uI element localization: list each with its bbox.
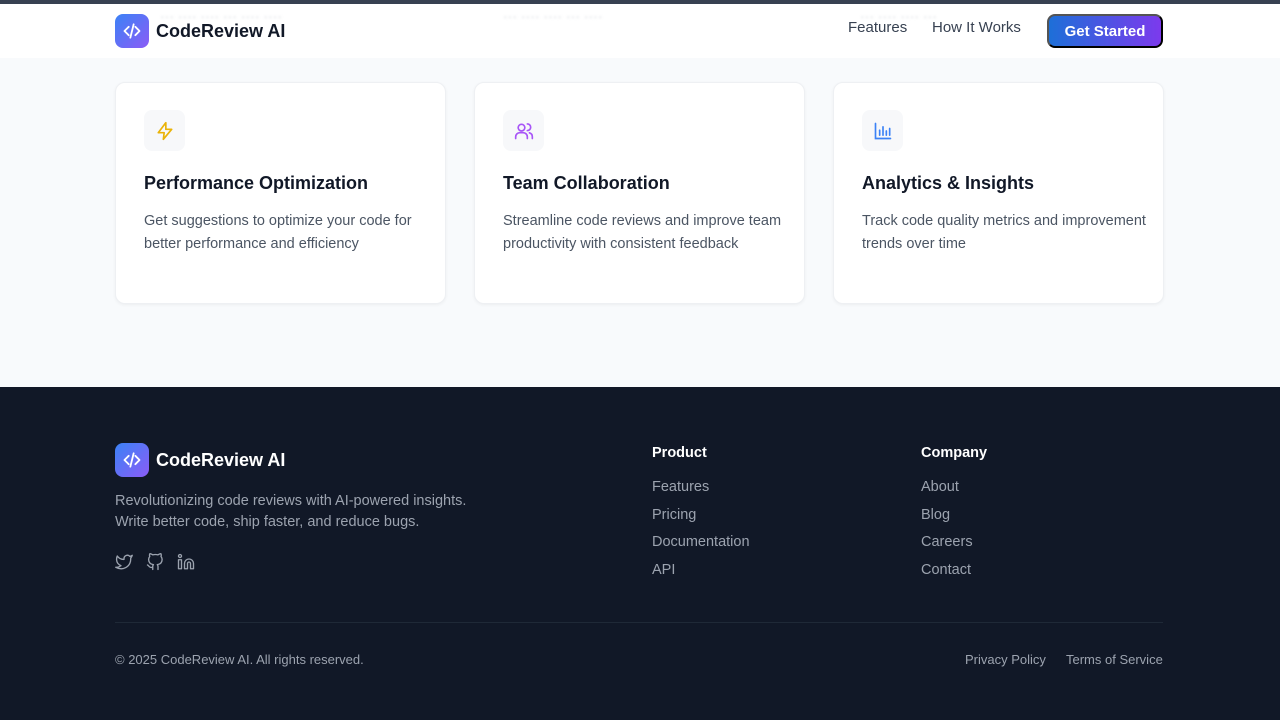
footer-product-heading: Product	[652, 445, 707, 461]
footer-link-about[interactable]: About	[921, 478, 973, 506]
feature-title: Performance Optimization	[144, 173, 369, 193]
feature-description: Track code quality metrics and improveme…	[862, 213, 1146, 252]
feature-card: Analytics & Insights Track code quality …	[833, 82, 1164, 304]
twitter-icon[interactable]	[115, 553, 133, 571]
footer-link-documentation[interactable]: Documentation	[652, 533, 750, 561]
users-icon	[503, 110, 544, 151]
nav-link-how-it-works[interactable]: How It Works	[932, 18, 1021, 38]
feature-card: Team Collaboration Streamline code revie…	[474, 82, 805, 304]
footer-brand-name: CodeReview AI	[156, 449, 286, 470]
brand-logo-link[interactable]: CodeReview AI	[115, 14, 285, 48]
github-icon[interactable]	[146, 553, 164, 571]
copyright-text: © 2025 CodeReview AI. All rights reserve…	[115, 652, 364, 667]
feature-card: Performance Optimization Get suggestions…	[115, 82, 446, 304]
footer-link-blog[interactable]: Blog	[921, 506, 973, 534]
scrolled-content-ghost: ··· ···· ···· ··· ····	[503, 8, 603, 24]
footer-company-links: About Blog Careers Contact	[921, 478, 973, 588]
code-icon	[115, 443, 149, 477]
brand-name: CodeReview AI	[156, 20, 286, 41]
feature-title: Analytics & Insights	[862, 173, 1035, 193]
footer-link-features[interactable]: Features	[652, 478, 750, 506]
footer-divider	[115, 622, 1163, 623]
terms-of-service-link[interactable]: Terms of Service	[1066, 652, 1163, 667]
bar-chart-icon	[862, 110, 903, 151]
feature-description: Get suggestions to optimize your code fo…	[144, 213, 412, 252]
code-icon	[115, 14, 149, 48]
footer-link-contact[interactable]: Contact	[921, 561, 973, 589]
privacy-policy-link[interactable]: Privacy Policy	[965, 652, 1046, 667]
footer-link-pricing[interactable]: Pricing	[652, 506, 750, 534]
site-header: ··· ···· ···· ··· ···· ···· ··· ···· ···…	[0, 4, 1280, 58]
footer-company-heading: Company	[921, 445, 988, 461]
get-started-button[interactable]: Get Started	[1047, 14, 1163, 48]
footer-link-api[interactable]: API	[652, 561, 750, 589]
linkedin-icon[interactable]	[177, 553, 195, 571]
lightning-icon	[144, 110, 185, 151]
site-footer: CodeReview AI Revolutionizing code revie…	[0, 387, 1280, 720]
footer-brand-logo[interactable]: CodeReview AI	[115, 443, 285, 477]
feature-description: Streamline code reviews and improve team…	[503, 213, 782, 252]
social-links	[115, 553, 195, 571]
footer-description: Revolutionizing code reviews with AI-pow…	[115, 493, 467, 530]
top-border	[0, 0, 1280, 4]
nav-link-features[interactable]: Features	[848, 18, 907, 38]
footer-product-links: Features Pricing Documentation API	[652, 478, 750, 588]
feature-title: Team Collaboration	[503, 173, 670, 193]
footer-link-careers[interactable]: Careers	[921, 533, 973, 561]
